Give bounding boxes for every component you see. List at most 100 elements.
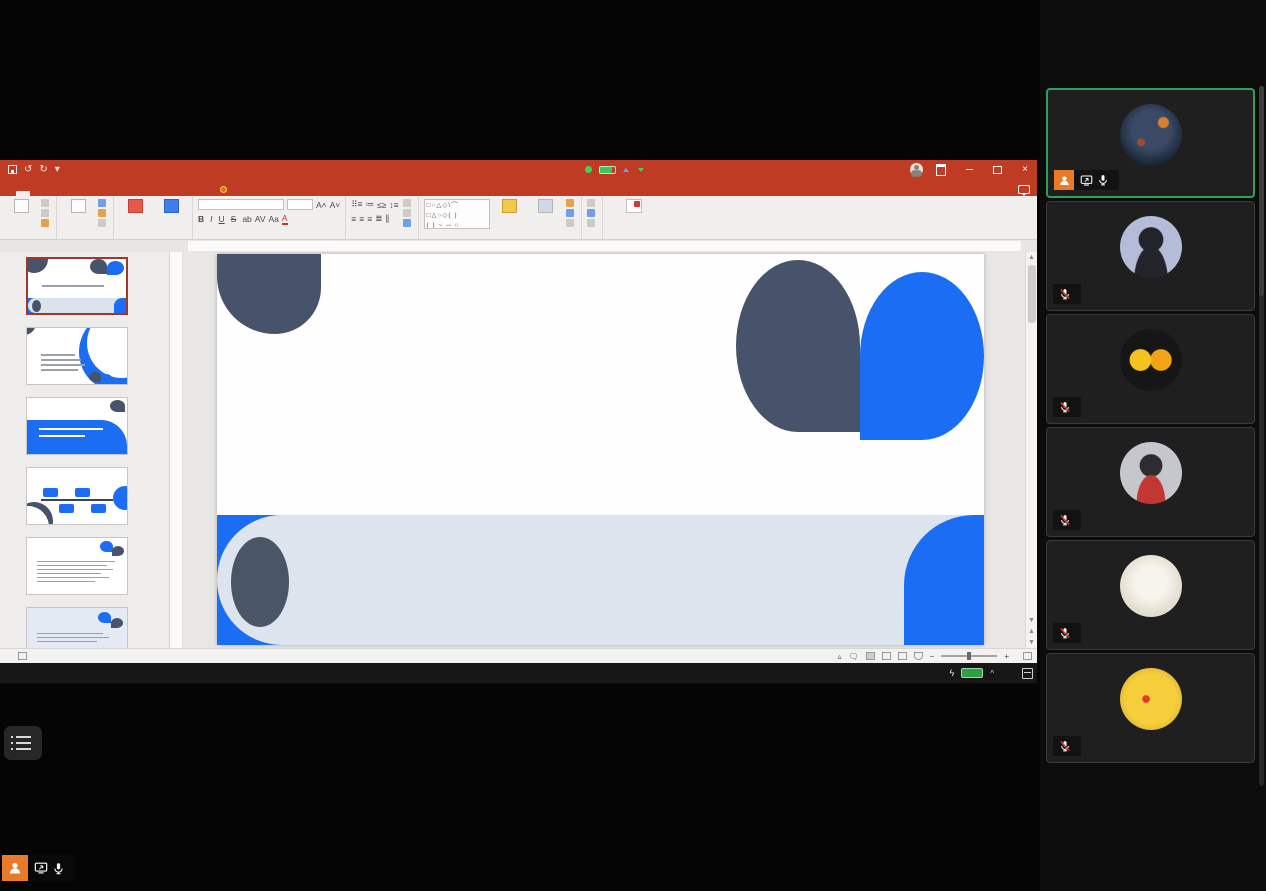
align-left-icon[interactable]: ≡ — [351, 214, 356, 224]
thumbnail-preview[interactable] — [26, 607, 128, 648]
zoom-out-button[interactable]: − — [930, 652, 935, 661]
close-button[interactable]: × — [1015, 160, 1035, 179]
format-painter-button[interactable] — [41, 219, 51, 227]
cut-button[interactable] — [41, 199, 51, 207]
thumbnail-slide-5[interactable] — [0, 537, 169, 595]
grow-font-icon[interactable]: A˄ — [316, 200, 327, 210]
zoom-in-button[interactable]: + — [1004, 652, 1009, 661]
replace-button[interactable] — [587, 209, 597, 217]
align-text-button[interactable] — [403, 209, 413, 217]
page-library-button[interactable] — [155, 199, 187, 214]
thumbnail-preview[interactable] — [26, 327, 128, 385]
tray-expand-icon[interactable]: ^ — [990, 669, 994, 678]
slide-canvas[interactable] — [183, 252, 1025, 648]
restore-button[interactable] — [987, 160, 1007, 179]
scroll-down-icon[interactable]: ▼ — [1028, 615, 1035, 626]
thumbnail-slide-3[interactable] — [0, 397, 169, 455]
sidebar-scrollbar[interactable] — [1259, 86, 1264, 786]
slide-thumbnail-panel[interactable] — [0, 252, 170, 648]
underline-button[interactable]: U — [219, 214, 225, 224]
align-right-icon[interactable]: ≡ — [367, 214, 372, 224]
participant-tile-host[interactable] — [1046, 88, 1255, 198]
undo-icon[interactable]: ↺ — [24, 165, 32, 175]
zoom-slider[interactable] — [941, 655, 997, 657]
participant-tile[interactable] — [1046, 427, 1255, 537]
thumbnail-slide-6[interactable] — [0, 607, 169, 648]
spellcheck-icon[interactable] — [18, 652, 27, 660]
current-slide[interactable] — [217, 254, 984, 645]
line-spacing-icon[interactable]: ↕≡ — [389, 200, 398, 210]
character-spacing-button[interactable]: AV — [255, 214, 266, 224]
battery-indicator[interactable] — [961, 668, 983, 678]
scroll-up-icon[interactable]: ▲ — [1028, 252, 1035, 263]
next-slide-button[interactable]: ▼ — [1028, 637, 1035, 648]
quick-styles-button[interactable] — [530, 199, 562, 214]
participant-tile[interactable] — [1046, 540, 1255, 650]
participant-tile[interactable] — [1046, 314, 1255, 424]
participant-list-toggle-button[interactable] — [4, 726, 42, 760]
create-pdf-button[interactable] — [608, 199, 660, 215]
reading-view-button[interactable] — [898, 652, 907, 660]
shape-outline-button[interactable] — [566, 209, 576, 217]
previous-slide-button[interactable]: ▲ — [1028, 626, 1035, 637]
bold-button[interactable]: B — [198, 214, 204, 224]
copy-button[interactable] — [41, 209, 51, 217]
thumbnail-preview[interactable] — [26, 467, 128, 525]
comments-button[interactable]: 🗨 — [849, 652, 859, 661]
participant-tile[interactable] — [1046, 653, 1255, 763]
thumbnail-preview[interactable] — [26, 397, 128, 455]
columns-icon[interactable]: ∥ — [385, 213, 389, 224]
thumbnail-preview[interactable] — [26, 537, 128, 595]
save-icon[interactable] — [8, 165, 17, 174]
numbering-icon[interactable]: ≔ — [365, 199, 374, 210]
participant-tile[interactable] — [1046, 201, 1255, 311]
scrollbar-thumb[interactable] — [1028, 265, 1036, 323]
font-size-select[interactable] — [287, 199, 313, 210]
template-library-button[interactable] — [119, 199, 151, 214]
bullet-bar — [41, 354, 75, 356]
find-button[interactable] — [587, 199, 597, 207]
minimize-button[interactable] — [959, 160, 979, 179]
zoom-slider-thumb[interactable] — [967, 652, 971, 660]
new-slide-button[interactable] — [62, 199, 94, 214]
qat-dropdown-icon[interactable]: ▾ — [55, 165, 60, 175]
font-name-select[interactable] — [198, 199, 284, 210]
bullets-icon[interactable]: ⠿≡ — [351, 199, 362, 210]
thumbnail-preview[interactable] — [26, 257, 128, 315]
thumbnail-slide-2[interactable] — [0, 327, 169, 385]
thumbnail-slide-4[interactable] — [0, 467, 169, 525]
shape-fill-button[interactable] — [566, 199, 576, 207]
notes-button[interactable]: ▵ — [837, 652, 841, 661]
indent-icons[interactable]: ≤≥ — [377, 200, 386, 210]
ribbon-display-options-button[interactable] — [931, 160, 951, 179]
font-color-button[interactable]: A — [282, 213, 288, 225]
shape-effects-button[interactable] — [566, 219, 576, 227]
text-shadow-button[interactable]: ab — [242, 214, 251, 224]
vertical-scrollbar[interactable]: ▲ ▼ ▲ ▼ — [1025, 252, 1037, 648]
section-button[interactable] — [98, 219, 108, 227]
reset-button[interactable] — [98, 209, 108, 217]
shrink-font-icon[interactable]: A˅ — [330, 200, 341, 210]
notification-center-icon[interactable] — [1022, 668, 1033, 679]
slideshow-view-button[interactable] — [914, 652, 923, 660]
strikethrough-button[interactable]: S — [231, 214, 237, 224]
shapes-gallery[interactable]: □○△◇\⌒□△○◇( ){ } ~ ─ ○ — [424, 199, 490, 229]
justify-icon[interactable]: ≣ — [375, 213, 382, 224]
comments-bubble-icon[interactable] — [1018, 185, 1030, 194]
text-direction-button[interactable] — [403, 199, 413, 207]
smartart-button[interactable] — [403, 219, 413, 227]
fit-to-window-button[interactable] — [1023, 652, 1032, 660]
paste-button[interactable] — [5, 199, 37, 214]
change-case-button[interactable]: Aa — [269, 214, 279, 224]
thumbnail-slide-1[interactable] — [0, 257, 169, 315]
select-button[interactable] — [587, 219, 597, 227]
layout-button[interactable] — [98, 199, 108, 207]
tell-me-search[interactable] — [220, 186, 231, 196]
slide-sorter-view-button[interactable] — [882, 652, 891, 660]
italic-button[interactable]: I — [210, 214, 212, 224]
arrange-button[interactable] — [494, 199, 526, 214]
normal-view-button[interactable] — [866, 652, 875, 660]
redo-icon[interactable]: ↻ — [39, 165, 47, 175]
account-avatar[interactable] — [910, 163, 923, 176]
align-center-icon[interactable]: ≡ — [359, 214, 364, 224]
